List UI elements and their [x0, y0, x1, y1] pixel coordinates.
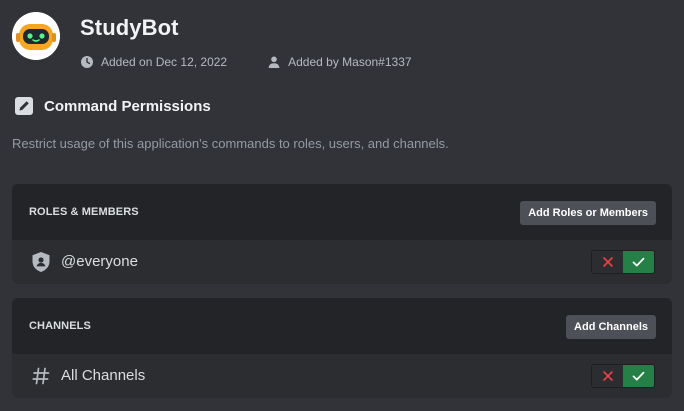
permission-row-all-channels: All Channels	[12, 354, 672, 398]
added-on-text: Added on Dec 12, 2022	[101, 55, 228, 69]
row-label-all-channels: All Channels	[61, 367, 146, 384]
allow-button[interactable]	[623, 365, 654, 387]
pencil-icon	[14, 96, 34, 116]
added-on: Added on Dec 12, 2022	[80, 55, 227, 69]
permission-toggle-all-channels	[591, 364, 655, 388]
added-by: Added by Mason#1337	[267, 55, 412, 69]
section-title: Command Permissions	[44, 97, 211, 115]
added-by-text: Added by Mason#1337	[288, 55, 412, 69]
roles-members-header: ROLES & MEMBERS Add Roles or Members	[12, 184, 672, 240]
channels-panel: CHANNELS Add Channels All Channels	[12, 298, 672, 398]
channels-header: CHANNELS Add Channels	[12, 298, 672, 354]
roles-members-label: ROLES & MEMBERS	[29, 206, 139, 218]
allow-button[interactable]	[623, 251, 654, 273]
add-roles-members-button[interactable]: Add Roles or Members	[520, 201, 656, 225]
bot-meta: Added on Dec 12, 2022 Added by Mason#133…	[80, 55, 452, 69]
permission-row-everyone: @everyone	[12, 240, 672, 284]
bot-avatar[interactable]	[12, 12, 60, 60]
command-permissions-heading: Command Permissions	[14, 96, 211, 116]
close-icon	[602, 371, 613, 381]
app-header: StudyBot Added on Dec 12, 2022 Added by …	[12, 12, 672, 72]
roles-members-panel: ROLES & MEMBERS Add Roles or Members @ev…	[12, 184, 672, 284]
clock-icon	[80, 55, 94, 69]
row-label-everyone: @everyone	[61, 253, 138, 270]
check-icon	[632, 257, 645, 267]
permission-toggle-everyone	[591, 250, 655, 274]
person-icon	[267, 55, 281, 69]
deny-button[interactable]	[592, 251, 623, 273]
deny-button[interactable]	[592, 365, 623, 387]
check-icon	[632, 371, 645, 381]
robot-avatar-icon	[12, 12, 60, 60]
channels-label: CHANNELS	[29, 320, 91, 332]
close-icon	[602, 257, 613, 267]
bot-name: StudyBot	[80, 15, 179, 40]
section-description: Restrict usage of this application's com…	[12, 136, 449, 151]
add-channels-button[interactable]: Add Channels	[566, 315, 656, 339]
shield-person-icon	[29, 250, 53, 274]
hash-icon	[29, 364, 53, 388]
